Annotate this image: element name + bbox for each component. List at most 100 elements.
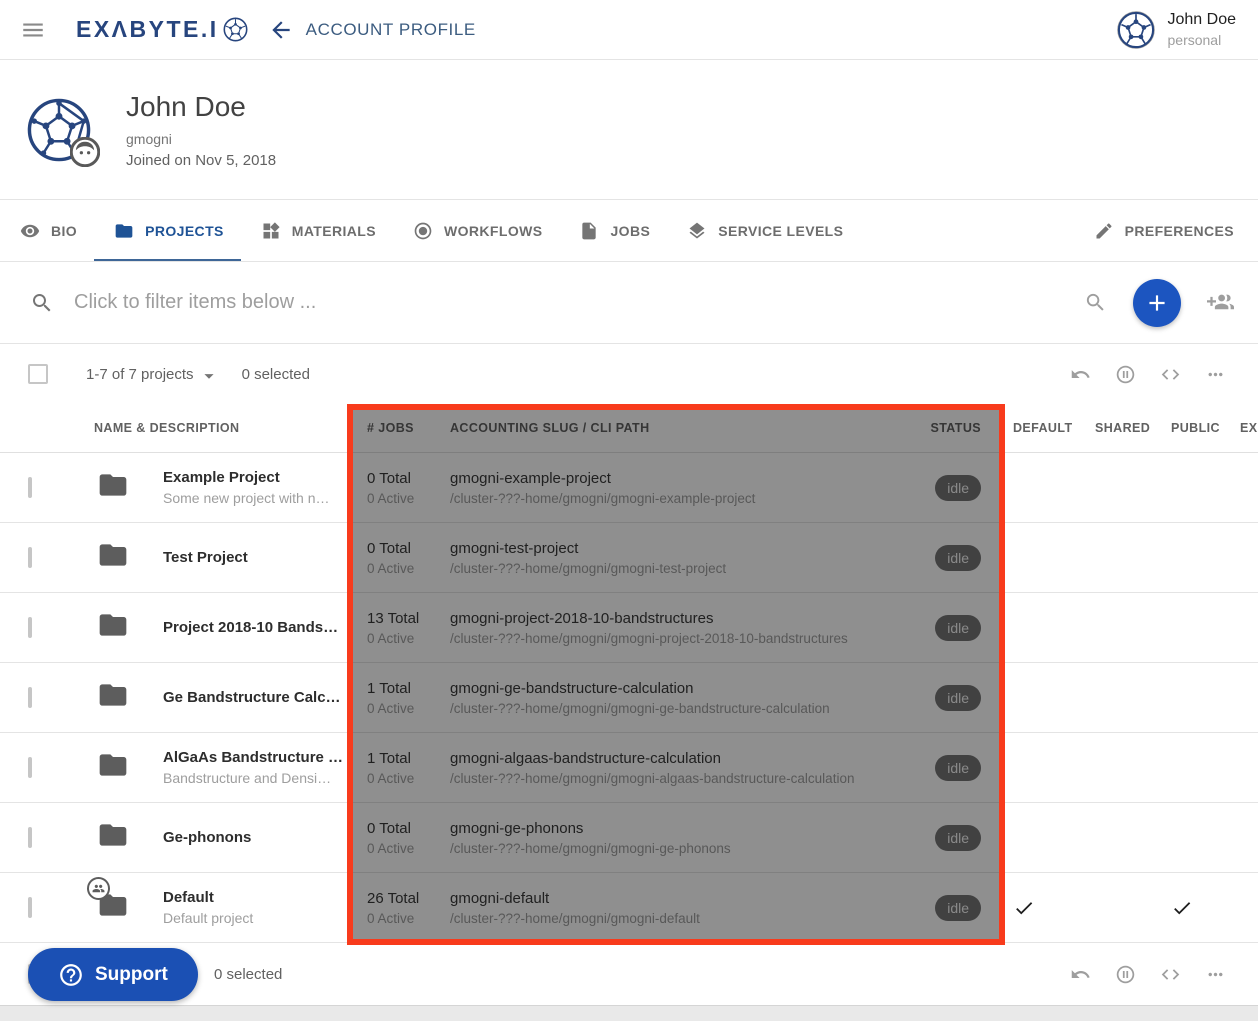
project-name: Ge Bandstructure Calc… bbox=[163, 689, 347, 706]
more-options-icon[interactable] bbox=[1205, 964, 1226, 985]
app-bar: EXΛBYTE.I ACCOUNT PROFILE bbox=[0, 0, 1258, 60]
selected-count: 0 selected bbox=[242, 366, 310, 383]
project-description: Default project bbox=[163, 910, 347, 926]
widgets-icon bbox=[261, 221, 281, 241]
search-action-icon[interactable] bbox=[1084, 291, 1107, 314]
folder-icon bbox=[97, 819, 129, 851]
table-row[interactable]: Example Project Some new project with n…… bbox=[0, 453, 1258, 523]
tab-label: PROJECTS bbox=[145, 223, 224, 239]
column-header-public: PUBLIC bbox=[1162, 421, 1230, 435]
pause-circle-icon[interactable] bbox=[1115, 964, 1136, 985]
logo-ball-icon bbox=[223, 17, 248, 42]
table-row[interactable]: Ge-phonons 0 Total 0 Active gmogni-ge-ph… bbox=[0, 803, 1258, 873]
jobs-active: 0 Active bbox=[367, 631, 430, 646]
table-row[interactable]: Project 2018-10 Bands… 13 Total 0 Active… bbox=[0, 593, 1258, 663]
status-badge: idle bbox=[935, 545, 981, 571]
avatar bbox=[1116, 10, 1156, 50]
table-row[interactable]: Default Default project 26 Total 0 Activ… bbox=[0, 873, 1258, 943]
jobs-active: 0 Active bbox=[367, 561, 430, 576]
cli-path: /cluster-???-home/gmogni/gmogni-test-pro… bbox=[450, 561, 895, 576]
code-icon[interactable] bbox=[1160, 364, 1181, 385]
cli-path: /cluster-???-home/gmogni/gmogni-ge-bands… bbox=[450, 701, 895, 716]
eye-icon bbox=[20, 221, 40, 241]
project-name: Default bbox=[163, 889, 347, 906]
tab-label: BIO bbox=[51, 223, 77, 239]
table-row[interactable]: Test Project 0 Total 0 Active gmogni-tes… bbox=[0, 523, 1258, 593]
table-header: NAME & DESCRIPTION # JOBS ACCOUNTING SLU… bbox=[0, 404, 1258, 453]
column-header-name: NAME & DESCRIPTION bbox=[94, 421, 347, 435]
column-header-external: EX bbox=[1230, 421, 1258, 435]
radio-icon bbox=[413, 221, 433, 241]
accounting-slug: gmogni-default bbox=[450, 890, 895, 907]
status-badge: idle bbox=[935, 755, 981, 781]
jobs-total: 0 Total bbox=[367, 470, 430, 487]
row-checkbox[interactable] bbox=[28, 757, 32, 778]
add-project-button[interactable] bbox=[1133, 279, 1181, 327]
profile-section: John Doe gmogni Joined on Nov 5, 2018 bbox=[0, 60, 1258, 200]
tab-service-levels[interactable]: SERVICE LEVELS bbox=[687, 200, 843, 261]
project-name: AlGaAs Bandstructure … bbox=[163, 749, 347, 766]
row-checkbox[interactable] bbox=[28, 477, 32, 498]
user-account-type: personal bbox=[1168, 31, 1237, 49]
tab-bio[interactable]: BIO bbox=[20, 200, 77, 261]
cli-path: /cluster-???-home/gmogni/gmogni-ge-phono… bbox=[450, 841, 895, 856]
tab-label: SERVICE LEVELS bbox=[718, 223, 843, 239]
column-header-jobs: # JOBS bbox=[347, 421, 430, 435]
jobs-total: 13 Total bbox=[367, 610, 430, 627]
support-label: Support bbox=[95, 964, 168, 986]
table-row[interactable]: AlGaAs Bandstructure … Bandstructure and… bbox=[0, 733, 1258, 803]
tabs-bar: BIO PROJECTS MATERIALS WORKFLOWS JOBS SE… bbox=[0, 200, 1258, 262]
jobs-total: 0 Total bbox=[367, 820, 430, 837]
support-button[interactable]: Support bbox=[28, 948, 198, 1001]
default-check-icon bbox=[1013, 897, 1035, 919]
jobs-active: 0 Active bbox=[367, 911, 430, 926]
row-checkbox[interactable] bbox=[28, 897, 32, 918]
folder-icon bbox=[97, 749, 129, 781]
project-name: Project 2018-10 Bands… bbox=[163, 619, 347, 636]
undo-icon[interactable] bbox=[1070, 964, 1091, 985]
layers-icon bbox=[687, 221, 707, 241]
row-checkbox[interactable] bbox=[28, 617, 32, 638]
row-checkbox[interactable] bbox=[28, 827, 32, 848]
add-people-icon[interactable] bbox=[1207, 289, 1234, 316]
tab-jobs[interactable]: JOBS bbox=[579, 200, 650, 261]
plus-icon bbox=[1144, 290, 1170, 316]
page-title: ACCOUNT PROFILE bbox=[306, 20, 476, 40]
profile-joined-date: Joined on Nov 5, 2018 bbox=[126, 152, 276, 169]
tab-materials[interactable]: MATERIALS bbox=[261, 200, 376, 261]
jobs-active: 0 Active bbox=[367, 771, 430, 786]
back-arrow-icon[interactable] bbox=[268, 17, 294, 43]
jobs-total: 1 Total bbox=[367, 680, 430, 697]
row-checkbox[interactable] bbox=[28, 687, 32, 708]
help-icon bbox=[58, 962, 84, 988]
filter-input[interactable] bbox=[74, 291, 1084, 314]
pencil-icon bbox=[1094, 221, 1114, 241]
project-description: Some new project with n… bbox=[163, 490, 347, 506]
undo-icon[interactable] bbox=[1070, 364, 1091, 385]
team-badge-icon bbox=[87, 877, 110, 900]
status-badge: idle bbox=[935, 685, 981, 711]
select-all-checkbox[interactable] bbox=[28, 364, 48, 384]
user-menu[interactable]: John Doe personal bbox=[1116, 10, 1237, 50]
tab-workflows[interactable]: WORKFLOWS bbox=[413, 200, 542, 261]
search-icon bbox=[30, 291, 54, 315]
code-icon[interactable] bbox=[1160, 964, 1181, 985]
accounting-slug: gmogni-ge-phonons bbox=[450, 820, 895, 837]
exabyte-logo[interactable]: EXΛBYTE.I bbox=[76, 16, 248, 43]
jobs-total: 1 Total bbox=[367, 750, 430, 767]
more-options-icon[interactable] bbox=[1205, 364, 1226, 385]
folder-icon bbox=[97, 469, 129, 501]
project-name: Ge-phonons bbox=[163, 829, 347, 846]
tab-preferences[interactable]: PREFERENCES bbox=[1094, 200, 1234, 261]
accounting-slug: gmogni-project-2018-10-bandstructures bbox=[450, 610, 895, 627]
cli-path: /cluster-???-home/gmogni/gmogni-algaas-b… bbox=[450, 771, 895, 786]
logo-text: EXΛBYTE.I bbox=[76, 16, 219, 43]
tab-label: WORKFLOWS bbox=[444, 223, 542, 239]
menu-icon[interactable] bbox=[20, 17, 46, 43]
table-row[interactable]: Ge Bandstructure Calc… 1 Total 0 Active … bbox=[0, 663, 1258, 733]
tab-label: MATERIALS bbox=[292, 223, 376, 239]
tab-projects[interactable]: PROJECTS bbox=[114, 200, 224, 261]
chevron-down-icon[interactable] bbox=[198, 365, 220, 387]
pause-circle-icon[interactable] bbox=[1115, 364, 1136, 385]
row-checkbox[interactable] bbox=[28, 547, 32, 568]
